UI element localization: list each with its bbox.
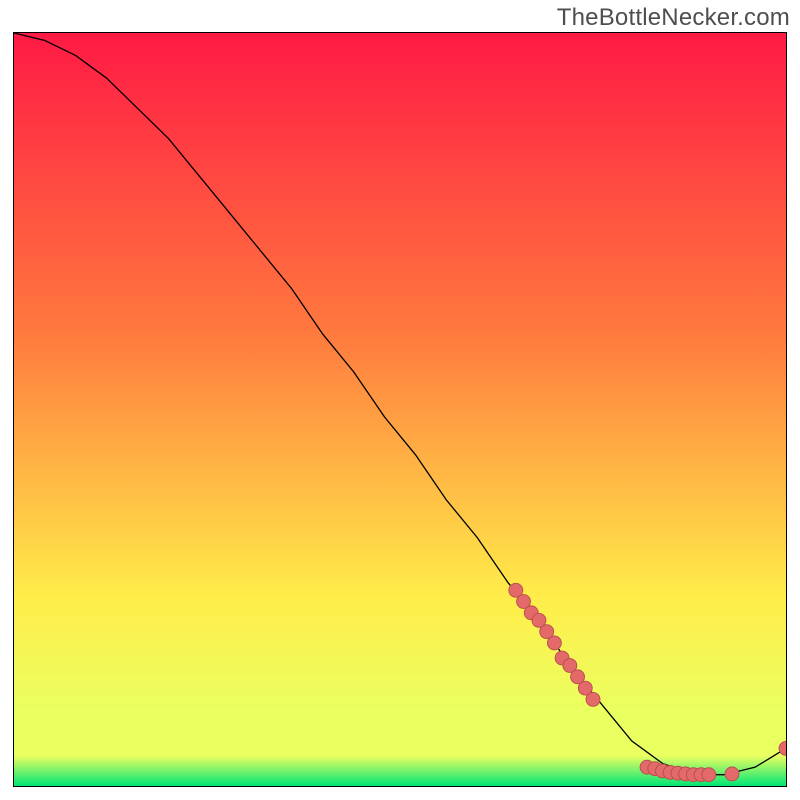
chart-svg bbox=[14, 33, 786, 786]
attribution-text: TheBottleNecker.com bbox=[557, 4, 790, 32]
data-marker bbox=[586, 692, 600, 706]
data-marker bbox=[725, 767, 739, 781]
data-marker bbox=[702, 768, 716, 782]
gradient-background bbox=[14, 33, 786, 786]
chart-container: TheBottleNecker.com bbox=[0, 0, 800, 800]
data-marker bbox=[547, 636, 561, 650]
plot-area bbox=[13, 32, 787, 787]
